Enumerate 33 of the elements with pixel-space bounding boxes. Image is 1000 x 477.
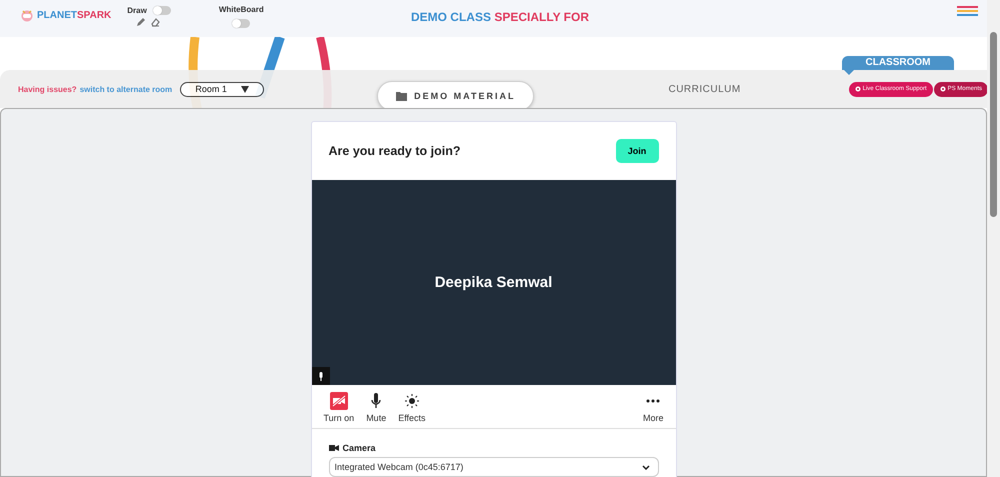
more-control[interactable]: More [642, 391, 664, 428]
logo-text: PLANETSPARK [37, 10, 112, 20]
sparkle-icon [404, 394, 419, 408]
scrollbar[interactable] [987, 0, 1000, 477]
effects-control[interactable]: Effects [398, 391, 426, 428]
tab-pointer-icon [844, 70, 854, 75]
whiteboard-toggle[interactable] [232, 19, 250, 28]
microphone-icon [371, 392, 382, 408]
dropdown-arrow-icon [240, 86, 249, 92]
camera-select[interactable]: Integrated Webcam (0c45:6717) [328, 457, 658, 477]
whiteboard-label: WhiteBoard [218, 5, 264, 14]
page-title: DEMO CLASS SPECIALLY FOR [410, 10, 590, 24]
folder-icon [396, 92, 408, 100]
material-tab[interactable]: DEMO MATERIAL [377, 81, 534, 111]
join-prompt: Are you ready to join? [328, 144, 460, 158]
join-button[interactable]: Join [616, 139, 658, 163]
menu-icon[interactable] [957, 6, 978, 16]
mascot-logo-icon [20, 8, 34, 22]
camera-control[interactable]: Turn on [324, 391, 354, 428]
chevron-down-icon [642, 464, 650, 470]
participant-name: Deepika Semwal [434, 274, 552, 291]
draw-label: Draw [127, 6, 147, 15]
draw-toggle[interactable] [152, 6, 171, 15]
mic-control[interactable]: Mute [366, 391, 386, 428]
camera-label: Camera [342, 443, 376, 453]
pencil-icon[interactable] [136, 18, 146, 27]
video-camera-icon [328, 445, 338, 451]
camera-off-icon [330, 392, 348, 410]
eraser-icon[interactable] [151, 18, 160, 27]
room-dropdown[interactable]: Room 1 [180, 82, 264, 96]
more-icon [646, 398, 660, 402]
material-tab[interactable]: CURRICULUM [654, 74, 755, 104]
issue-message: Having issues? switch to alternate room [18, 84, 172, 94]
